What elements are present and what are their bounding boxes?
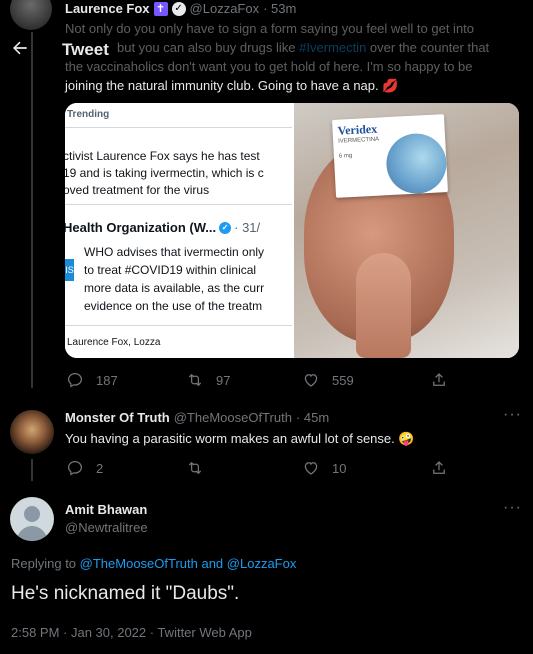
main-more-icon[interactable]: ···	[503, 499, 522, 517]
tweet1-text-line: but you can also buy drugs like #Ivermec…	[65, 38, 525, 57]
tweet2-time[interactable]: · 45m	[296, 410, 329, 425]
avatar-amit-bhawan[interactable]	[10, 497, 54, 541]
verified-badge-icon: ✓	[171, 1, 186, 16]
reply-mention-link[interactable]: @LozzaFox	[227, 556, 297, 571]
retweet-icon	[188, 373, 202, 387]
media-screenshot-left[interactable]: Trending ctivist Laurence Fox says he ha…	[65, 103, 292, 358]
photo-hand	[356, 253, 411, 358]
tweet1-text: Not only do you only have to sign a form…	[65, 19, 525, 95]
back-arrow-icon	[13, 41, 27, 55]
card-who-line: WHO advises that ivermectin only	[84, 245, 265, 259]
medicine-box-swirl	[384, 132, 448, 196]
card-divider	[65, 325, 292, 326]
tweet1-header: Laurence Fox ✝ ✓ @LozzaFox · 53m	[65, 1, 296, 16]
avatar-laurence-fox[interactable]	[10, 0, 52, 30]
tweet1-text-segment: over the counter that	[366, 40, 490, 55]
reply-icon	[67, 460, 83, 476]
retweet-count: 97	[216, 372, 231, 388]
tweet1-text-line: Not only do you only have to sign a form…	[65, 21, 475, 36]
card-credit: Laurence Fox, Lozza	[67, 337, 161, 348]
tweet1-time[interactable]: · 53m	[263, 1, 296, 16]
replying-to: Replying to @TheMooseOfTruth and @LozzaF…	[11, 556, 296, 571]
tweet2-text: You having a parasitic worm makes an awf…	[65, 431, 415, 446]
card-news-line: ctivist Laurence Fox says he has test	[65, 149, 260, 163]
tweet1-text-line: the vaccinaholics don't want you to get …	[65, 59, 473, 74]
like-button[interactable]: 559	[302, 371, 354, 389]
card-news-line: 19 and is taking ivermectin, which is c	[65, 166, 264, 180]
tweet1-handle[interactable]: @LozzaFox	[190, 1, 260, 16]
card-verified-icon: ✓	[219, 221, 232, 234]
tweet2-more-icon[interactable]: ···	[503, 406, 522, 424]
hashtag-link[interactable]: #Ivermectin	[299, 40, 366, 55]
medicine-dose: 6 mg	[338, 152, 353, 160]
card-who-thumb: IS	[65, 259, 74, 281]
tweet2-handle[interactable]: @TheMooseOfTruth	[174, 410, 292, 425]
reply-button[interactable]: 2	[66, 459, 103, 477]
heart-icon	[304, 462, 318, 475]
avatar-monster-of-truth[interactable]	[10, 410, 54, 454]
cross-badge-icon: ✝	[153, 1, 168, 16]
card-divider	[65, 127, 292, 128]
tweet2-author-name[interactable]: Monster Of Truth	[65, 410, 170, 425]
reply-mention-link[interactable]: @TheMooseOfTruth	[80, 556, 198, 571]
tweet1-media[interactable]: Trending ctivist Laurence Fox says he ha…	[65, 103, 519, 358]
reply-count: 2	[96, 460, 104, 476]
main-author-handle[interactable]: @Newtralitree	[65, 520, 148, 535]
default-avatar-icon	[16, 506, 48, 541]
medicine-name: IVERMECTINA	[338, 136, 380, 145]
retweet-button[interactable]: 97	[186, 371, 230, 389]
tweet1-text-segment: but you can also buy drugs like	[117, 40, 300, 55]
thread-line	[31, 459, 33, 481]
card-trending-label: Trending	[67, 109, 110, 120]
main-tweet-text: He's nicknamed it "Daubs".	[11, 583, 240, 604]
retweet-button[interactable]	[186, 459, 204, 477]
share-icon	[433, 461, 445, 474]
heart-icon	[304, 374, 318, 387]
thread-line	[31, 32, 33, 388]
card-divider	[65, 204, 292, 205]
card-org-date: · 31/	[234, 220, 261, 235]
reply-and: and	[197, 556, 227, 571]
medicine-box: Veridex IVERMECTINA 6 mg	[332, 114, 448, 198]
card-who-line: more data is available, as the curr	[84, 281, 265, 295]
page-title: Tweet	[62, 40, 109, 59]
reply-icon	[67, 372, 83, 388]
card-who-line: to treat #COVID19 within clinical	[84, 263, 257, 277]
reply-button[interactable]: 187	[66, 371, 118, 389]
share-icon	[433, 373, 445, 386]
main-timestamp[interactable]: 2:58 PM · Jan 30, 2022 · Twitter Web App	[11, 625, 252, 640]
card-org-name: Health Organization (W...	[65, 220, 217, 235]
card-who-line: evidence on the use of the treatm	[84, 299, 263, 313]
like-count: 10	[332, 460, 347, 476]
replying-prefix: Replying to	[11, 556, 80, 571]
retweet-icon	[188, 461, 202, 475]
tweet1-text-line: joining the natural immunity club. Going…	[65, 78, 399, 93]
card-org-row: Health Organization (W... ✓ · 31/	[65, 220, 260, 235]
tweet1-author-name[interactable]: Laurence Fox	[65, 1, 150, 16]
share-button[interactable]	[430, 371, 448, 389]
like-count: 559	[332, 372, 354, 388]
tweet2-header: Monster Of Truth @TheMooseOfTruth · 45m	[65, 410, 329, 425]
like-button[interactable]: 10	[302, 459, 346, 477]
share-button[interactable]	[430, 459, 448, 477]
reply-count: 187	[96, 372, 118, 388]
back-button[interactable]	[10, 38, 30, 58]
media-photo-right[interactable]: Veridex IVERMECTINA 6 mg	[294, 103, 519, 358]
main-author-name[interactable]: Amit Bhawan	[65, 502, 147, 517]
card-news-line: oved treatment for the virus	[65, 183, 210, 197]
